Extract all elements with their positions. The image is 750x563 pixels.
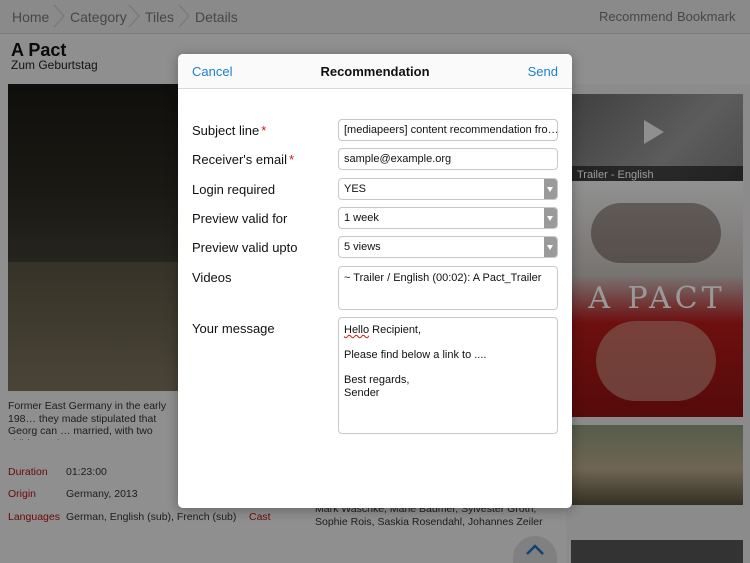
- preview-valid-upto-value: 5 views: [344, 241, 381, 253]
- send-button[interactable]: Send: [528, 64, 558, 79]
- message-greeting: Hello Recipient,: [344, 324, 552, 337]
- message-line: Please find below a link to ....: [344, 349, 487, 361]
- message-label: Your message: [192, 321, 275, 336]
- subject-input[interactable]: [mediapeers] content recommendation fro…: [338, 119, 558, 141]
- login-required-label: Login required: [192, 182, 276, 197]
- dropdown-arrow-icon: [544, 179, 557, 199]
- message-greeting-word: Hello: [344, 324, 370, 336]
- preview-valid-for-label: Preview valid for: [192, 211, 288, 226]
- dropdown-arrow-icon: [544, 208, 557, 228]
- login-required-select[interactable]: YES: [338, 178, 558, 200]
- videos-textarea[interactable]: ~ Trailer / English (00:02): A Pact_Trai…: [338, 266, 558, 310]
- required-marker: *: [288, 152, 295, 167]
- receiver-email-input[interactable]: sample@example.org: [338, 148, 558, 170]
- message-textarea[interactable]: Hello Recipient, Please find below a lin…: [338, 317, 558, 434]
- dialog-header: Recommendation Cancel Send: [178, 54, 572, 89]
- dropdown-arrow-icon: [544, 237, 557, 257]
- subject-label-text: Subject line: [192, 123, 260, 138]
- login-required-value: YES: [344, 183, 367, 195]
- message-greeting-rest: Recipient,: [369, 324, 422, 336]
- receiver-label: Receiver's email *: [192, 152, 294, 167]
- recommendation-dialog: Recommendation Cancel Send Subject line *…: [178, 54, 572, 508]
- dialog-title: Recommendation: [320, 64, 430, 79]
- required-marker: *: [261, 123, 267, 138]
- message-line: Best regards,: [344, 374, 410, 386]
- message-blank: [344, 362, 552, 375]
- preview-valid-upto-select[interactable]: 5 views: [338, 236, 558, 258]
- cancel-button[interactable]: Cancel: [192, 64, 232, 79]
- preview-valid-upto-label: Preview valid upto: [192, 240, 298, 255]
- preview-valid-for-value: 1 week: [344, 212, 379, 224]
- receiver-label-text: Receiver's email: [192, 152, 287, 167]
- message-line: Sender: [344, 386, 380, 399]
- subject-label: Subject line *: [192, 123, 266, 138]
- videos-label: Videos: [192, 270, 232, 285]
- message-blank: [344, 337, 552, 350]
- preview-valid-for-select[interactable]: 1 week: [338, 207, 558, 229]
